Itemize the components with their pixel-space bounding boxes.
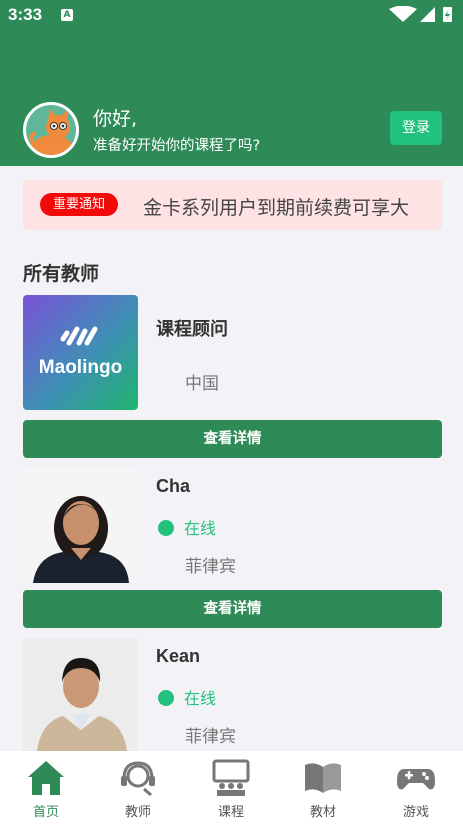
notification-a-icon: A [61, 9, 73, 21]
teacher-name: Cha [156, 476, 191, 496]
teacher-country: 中国 [185, 374, 219, 394]
book-icon [305, 763, 341, 793]
nav-games[interactable]: 游戏 [370, 751, 462, 824]
nav-label: 教师 [124, 805, 151, 820]
teacher-portrait [23, 468, 138, 583]
gamepad-icon [397, 769, 435, 790]
status-label: 在线 [184, 689, 217, 708]
teacher-photo[interactable]: Maolingo [23, 295, 138, 410]
view-details-button[interactable]: 查看详情 [23, 590, 442, 628]
nav-home[interactable]: 首页 [0, 751, 92, 824]
teacher-portrait [23, 638, 138, 751]
notice-banner[interactable]: 重要通知 金卡系列用户到期前续费可享大 [23, 180, 442, 230]
nav-label: 首页 [32, 805, 59, 820]
maolingo-logo: Maolingo [23, 295, 138, 410]
nav-label: 课程 [217, 805, 244, 820]
nav-label: 游戏 [402, 805, 429, 820]
app-header: 3:33 A 你好, 准备好开始你的课程了吗? 登录 [0, 0, 463, 166]
nav-materials[interactable]: 教材 [277, 751, 369, 824]
nav-label: 教材 [309, 805, 336, 820]
greeting-hello: 你好, [93, 108, 138, 130]
status-icons [389, 6, 452, 22]
maolingo-logo-text: Maolingo [38, 357, 123, 378]
wifi-icon [389, 6, 417, 22]
nav-courses[interactable]: 课程 [185, 751, 277, 824]
status-bar: 3:33 A [0, 0, 463, 30]
bottom-nav: 首页 教师 课程 教材 游戏 [0, 751, 463, 824]
teacher-photo[interactable] [23, 638, 138, 751]
teacher-country: 菲律宾 [185, 557, 236, 577]
notice-text: 金卡系列用户到期前续费可享大 [143, 197, 410, 219]
nav-teachers[interactable]: 教师 [92, 751, 184, 824]
teacher-name: 课程顾问 [156, 319, 228, 339]
signal-icon [420, 7, 435, 22]
home-icon [28, 761, 64, 795]
avatar[interactable] [23, 102, 79, 158]
notice-badge: 重要通知 [40, 193, 118, 216]
classroom-icon [212, 759, 250, 796]
teacher-name: Kean [156, 646, 201, 666]
status-time: 3:33 [8, 5, 43, 24]
status-label: 在线 [184, 519, 217, 538]
teacher-country: 菲律宾 [185, 727, 236, 747]
maolingo-mark-icon [60, 326, 98, 346]
section-title: 所有教师 [23, 263, 100, 285]
teacher-photo[interactable] [23, 468, 138, 583]
greeting-prompt: 准备好开始你的课程了吗? [93, 138, 261, 154]
online-dot-icon [158, 690, 174, 706]
online-status: 在线 [158, 685, 216, 709]
online-status: 在线 [158, 515, 216, 539]
online-dot-icon [158, 520, 174, 536]
teacher-headset-icon [121, 761, 155, 797]
login-button[interactable]: 登录 [390, 111, 442, 145]
view-details-button[interactable]: 查看详情 [23, 420, 442, 458]
cat-avatar-icon [29, 109, 72, 155]
